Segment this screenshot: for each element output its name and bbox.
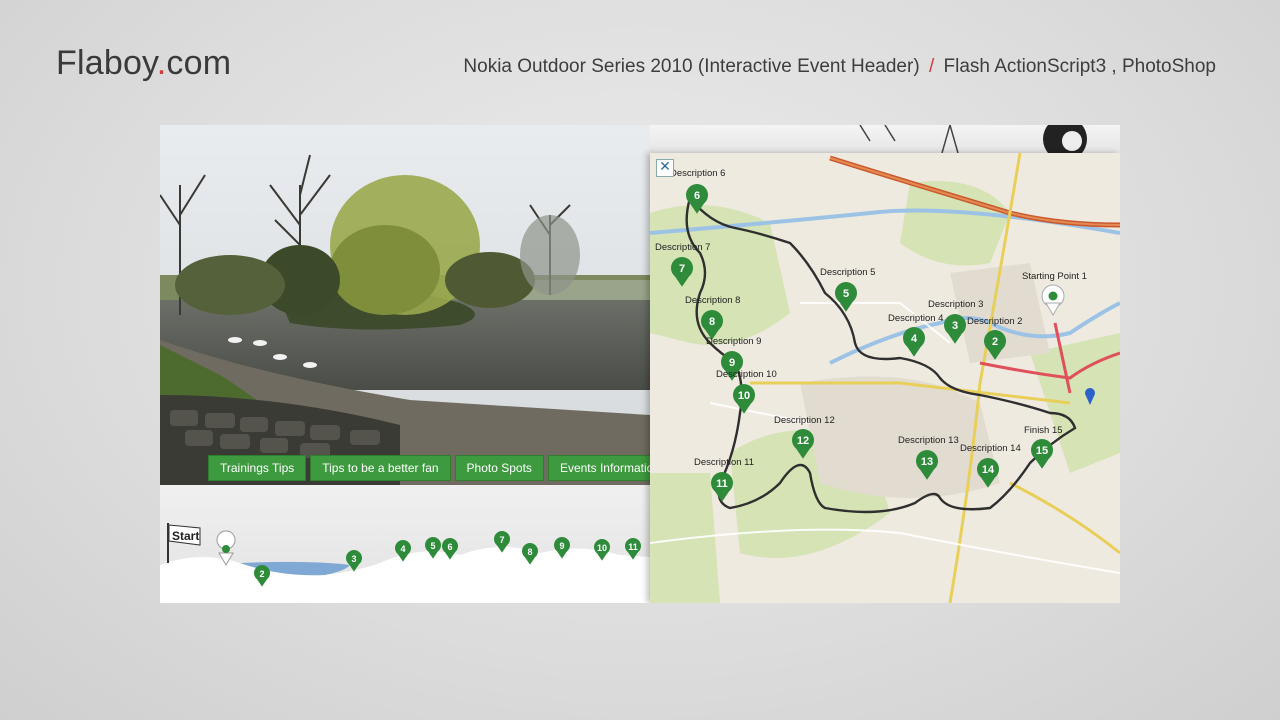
map-pin-label-6: Description 6 [670, 168, 725, 179]
map-pin-label-14: Description 14 [960, 443, 1021, 454]
map-pin-label-13: Description 13 [898, 435, 959, 446]
map-pin-label-3: Description 3 [928, 299, 983, 310]
map-pin-3-number: 3 [952, 320, 958, 332]
event-photo: Trainings Tips Tips to be a better fan P… [160, 125, 650, 485]
strip-marker-5-number: 5 [430, 541, 435, 551]
strip-marker-3[interactable]: 3 [346, 550, 362, 572]
strip-marker-3-number: 3 [351, 554, 356, 564]
map-pin-15-number: 15 [1036, 445, 1048, 457]
map-pin-13-number: 13 [921, 456, 933, 468]
nav-training-tips[interactable]: Trainings Tips [208, 455, 307, 481]
strip-marker-7-number: 7 [499, 535, 504, 545]
map-close-button[interactable]: ✕ [656, 159, 674, 177]
map-pin-3[interactable]: 3 [944, 314, 966, 344]
strip-marker-8-number: 8 [527, 547, 532, 557]
map-pin-label-10: Description 10 [716, 369, 777, 380]
logo-main: Flaboy [56, 44, 157, 82]
map-pin-2-number: 2 [992, 336, 998, 348]
map-header [650, 125, 1120, 153]
nav-bar: Trainings Tips Tips to be a better fan P… [208, 455, 650, 481]
nav-fan-tips[interactable]: Tips to be a better fan [310, 455, 451, 481]
map-pin-6-number: 6 [694, 190, 700, 202]
map-pin-4[interactable]: 4 [903, 327, 925, 357]
route-map[interactable]: Starting Point 1 Description 2 2 Descripti… [650, 153, 1120, 603]
site-logo: Flaboy.com [56, 44, 231, 83]
start-point-label: Starting Point 1 [1022, 271, 1087, 282]
map-pin-10-number: 10 [738, 390, 750, 402]
map-pin-9-number: 9 [729, 357, 735, 369]
nav-events-information[interactable]: Events Information [547, 455, 650, 481]
map-pin-5-number: 5 [843, 288, 849, 300]
strip-marker-6-number: 6 [447, 542, 452, 552]
map-start-pin[interactable] [1041, 284, 1065, 316]
map-pin-12-number: 12 [797, 435, 809, 447]
map-pin-label-12: Description 12 [774, 415, 835, 426]
project-tech: Flash ActionScript3 , PhotoShop [943, 56, 1217, 77]
project-title: Nokia Outdoor Series 2010 (Interactive E… [463, 56, 1216, 78]
map-pin-label-9: Description 9 [706, 336, 761, 347]
elevation-profile: Start 2 3 4 5 6 7 8 9 10 11 [160, 485, 650, 603]
map-pin-15[interactable]: 15 [1031, 439, 1053, 469]
strip-marker-4-number: 4 [400, 544, 405, 554]
strip-marker-10-number: 10 [597, 543, 607, 553]
map-pin-label-5: Description 5 [820, 267, 875, 278]
map-pin-label-8: Description 8 [685, 295, 740, 306]
strip-marker-2-number: 2 [259, 569, 264, 579]
project-name: Nokia Outdoor Series 2010 (Interactive E… [463, 56, 920, 77]
strip-marker-11-number: 11 [628, 542, 638, 552]
map-pin-11-number: 11 [716, 478, 728, 490]
title-separator: / [928, 56, 935, 77]
start-flag: Start [167, 523, 201, 563]
map-pin-14-number: 14 [982, 464, 995, 476]
map-pin-label-11: Description 11 [694, 457, 754, 468]
map-pin-11[interactable]: 11 [711, 472, 733, 502]
map-pin-label-2: Description 2 [967, 316, 1022, 327]
map-pin-8-number: 8 [709, 316, 715, 328]
map-pin-4-number: 4 [911, 333, 918, 345]
map-pin-label-7: Description 7 [655, 242, 710, 253]
strip-marker-9-number: 9 [559, 541, 564, 551]
map-pin-label-4: Description 4 [888, 313, 943, 324]
map-pin-label-15: Finish 15 [1024, 425, 1063, 436]
map-pin-7-number: 7 [679, 263, 685, 275]
logo-dot: . [156, 44, 167, 82]
start-label: Start [172, 529, 199, 543]
logo-tld: com [166, 44, 232, 82]
event-header-stage: Trainings Tips Tips to be a better fan P… [160, 125, 1120, 603]
nav-photo-spots[interactable]: Photo Spots [454, 455, 544, 481]
